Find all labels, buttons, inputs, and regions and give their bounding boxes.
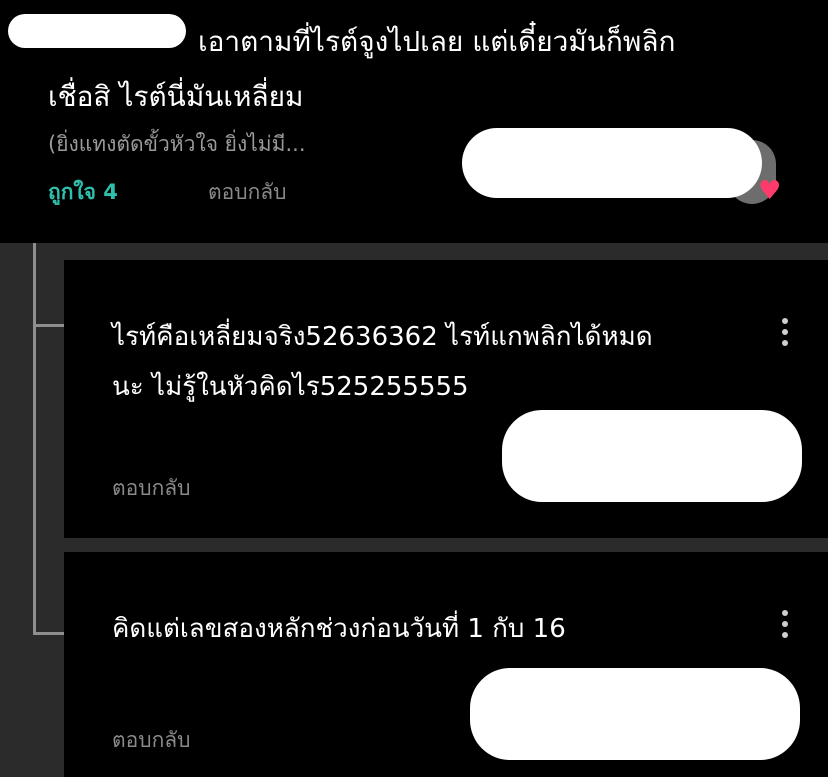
- redacted-author-name: [462, 128, 762, 198]
- reply-text: คิดแต่เลขสองหลักช่วงก่อนวันที่ 1 กับ 16: [112, 604, 752, 654]
- parent-text-line1: เอาตามที่ไรต์จูงไปเลย แต่เดี๋ยวมันก็พลิก: [198, 25, 676, 58]
- more-options-icon[interactable]: [782, 318, 790, 351]
- redacted-author-name: [470, 668, 800, 760]
- redacted-author-name: [502, 410, 802, 502]
- reply-text-line1: คิดแต่เลขสองหลักช่วงก่อนวันที่ 1 กับ 16: [112, 614, 566, 644]
- quoted-preview[interactable]: (ยิ่งแทงตัดขั้วหัวใจ ยิ่งไม่มี...: [48, 128, 306, 161]
- parent-comment: เอาตามที่ไรต์จูงไปเลย แต่เดี๋ยวมันก็พลิก…: [0, 0, 828, 243]
- thread-branch: [33, 324, 65, 327]
- thread-branch: [33, 632, 65, 635]
- parent-text-line2: เชื่อสิ ไรต์นี่มันเหลี่ยม: [48, 80, 304, 113]
- thread-line: [33, 243, 36, 635]
- like-button[interactable]: ถูกใจ 4: [48, 176, 118, 209]
- reply-text: ไรท์คือเหลี่ยมจริง52636362 ไรท์แกพลิกได้…: [112, 312, 752, 412]
- reply-button[interactable]: ตอบกลับ: [208, 176, 287, 209]
- reply-text-line1: ไรท์คือเหลี่ยมจริง52636362 ไรท์แกพลิกได้…: [112, 322, 653, 352]
- reply-button[interactable]: ตอบกลับ: [112, 472, 191, 505]
- more-options-icon[interactable]: [782, 610, 790, 643]
- reply-button[interactable]: ตอบกลับ: [112, 724, 191, 757]
- parent-comment-text: เอาตามที่ไรต์จูงไปเลย แต่เดี๋ยวมันก็พลิก…: [48, 14, 788, 124]
- reply-text-line2: นะ ไม่รู้ในหัวคิดไร525255555: [112, 372, 469, 402]
- reply-comment: ไรท์คือเหลี่ยมจริง52636362 ไรท์แกพลิกได้…: [64, 260, 828, 538]
- reply-comment: คิดแต่เลขสองหลักช่วงก่อนวันที่ 1 กับ 16 …: [64, 552, 828, 777]
- heart-icon: ♥: [758, 176, 782, 206]
